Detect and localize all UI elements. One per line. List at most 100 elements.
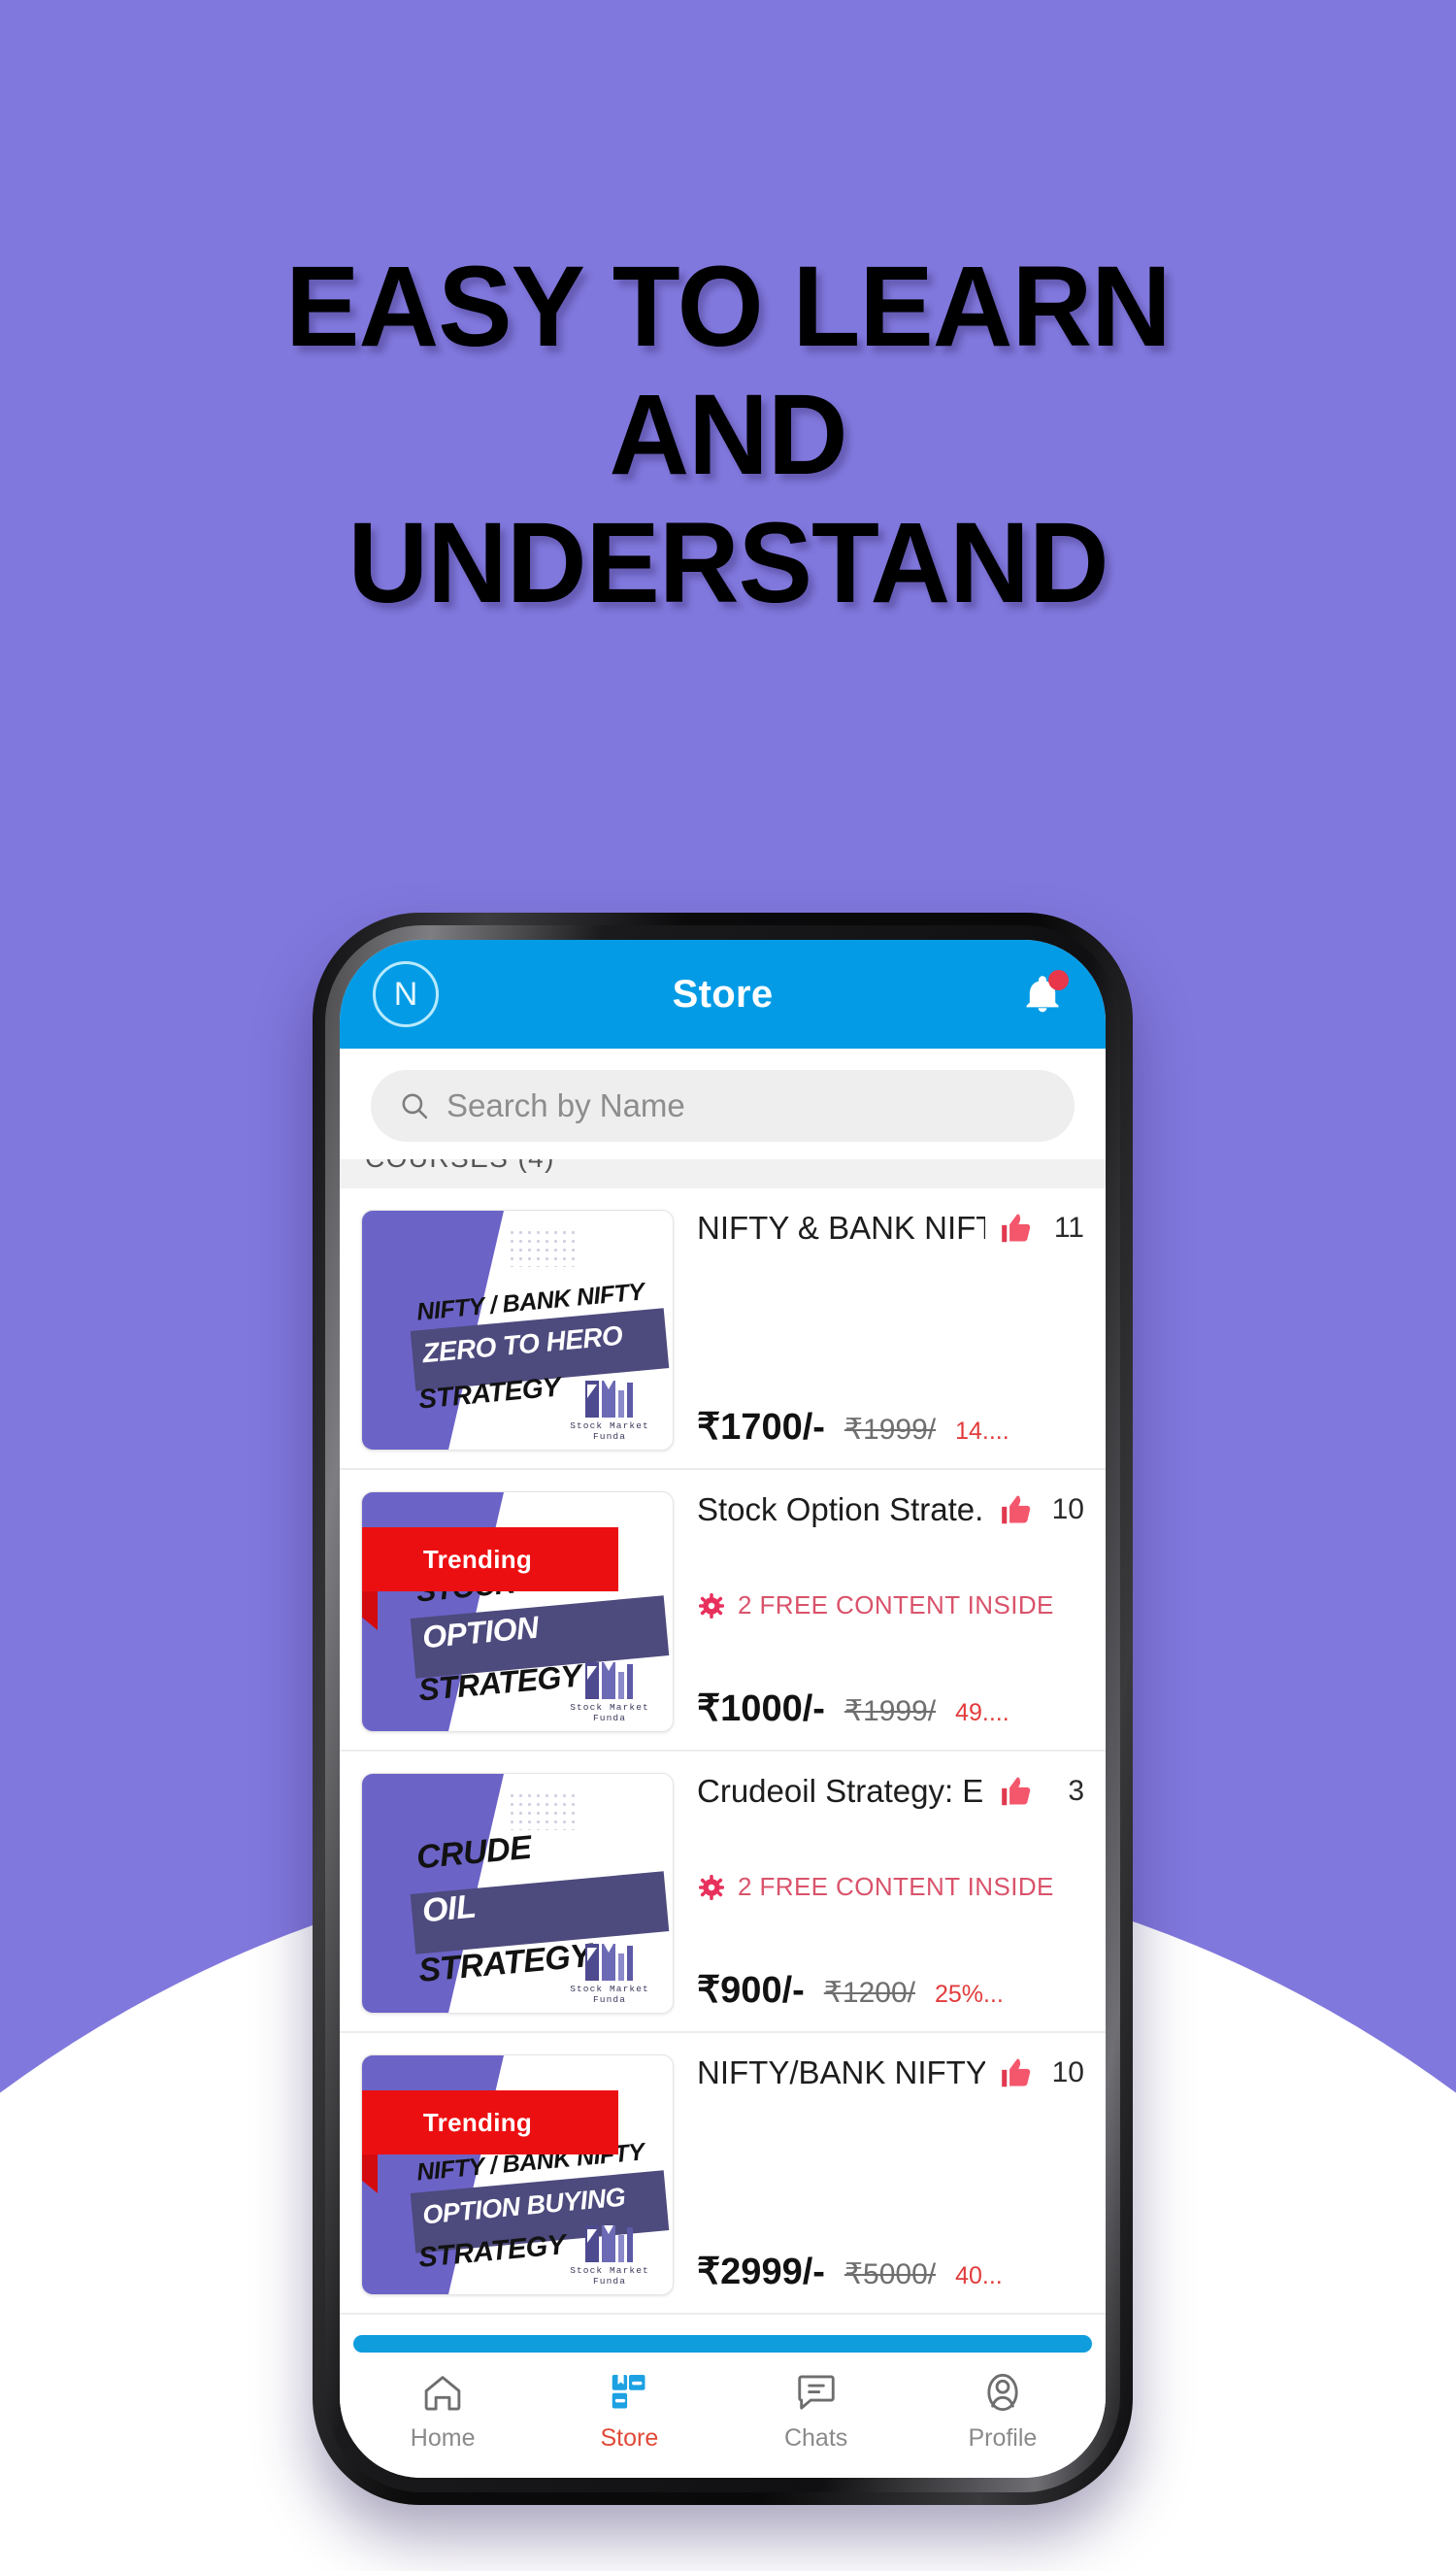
brand-logo: Stock Market Funda: [556, 1379, 663, 1442]
trending-ribbon-label: Trending: [422, 2107, 533, 2137]
stock-market-funda-logo-icon: [585, 2225, 633, 2262]
brand-logo: Stock Market Funda: [556, 1660, 663, 1723]
notification-dot: [1048, 970, 1069, 990]
course-title: Stock Option Strate...: [697, 1491, 985, 1527]
course-card[interactable]: NIFTY / BANK NIFTY ZERO TO HERO STRATEGY: [340, 1188, 1106, 1470]
headline-line-1: EASY TO LEARN: [285, 243, 1172, 371]
course-card[interactable]: Trending NIFTY / BANK NIFTY OPTION BUYIN…: [340, 2033, 1106, 2315]
course-thumbnail: CRUDE OIL STRATEGY Stock Market Funda: [361, 1773, 674, 2014]
trending-ribbon: Trending: [362, 2090, 618, 2154]
trending-ribbon: Trending: [362, 1527, 618, 1591]
nav-label-chats: Chats: [783, 2424, 848, 2452]
brand-logo-text: Stock Market Funda: [570, 1420, 649, 1442]
price-original: ₹1999/: [844, 1695, 937, 1727]
headline-line-3: UNDERSTAND: [347, 499, 1109, 628]
nav-label-profile: Profile: [968, 2424, 1038, 2452]
course-list[interactable]: NIFTY / BANK NIFTY ZERO TO HERO STRATEGY: [340, 1188, 1106, 2329]
search-input[interactable]: Search by Name: [371, 1070, 1075, 1142]
course-title: NIFTY/BANK NIFTY...: [697, 2054, 985, 2090]
stock-market-funda-logo-icon: [585, 1662, 633, 1699]
thumbs-up-icon[interactable]: [999, 2054, 1036, 2091]
nav-item-store[interactable]: Store: [536, 2370, 722, 2453]
phone-screen: N Store Search by Name NIFTY / BANK NIFT…: [340, 940, 1106, 2478]
course-card[interactable]: CRUDE OIL STRATEGY Stock Market Funda Cr…: [340, 1752, 1106, 2033]
page-title: Store: [672, 972, 774, 1016]
app-bar: N Store: [340, 940, 1106, 1049]
course-details: NIFTY/BANK NIFTY... 10 ₹2999/- ₹5000/ 40…: [674, 2054, 1084, 2293]
price-current: ₹1700/-: [697, 1407, 825, 1448]
thumb-dot-pattern: [508, 1228, 578, 1267]
section-header-label: COURSES (4): [365, 1159, 555, 1174]
books-icon: [612, 2374, 645, 2409]
price-current: ₹1000/-: [697, 1688, 825, 1729]
nav-item-chats[interactable]: Chats: [723, 2370, 910, 2453]
price-row: ₹1700/- ₹1999/ 14....: [697, 1405, 1084, 1449]
flower-badge-icon: [699, 1874, 724, 1900]
price-original: ₹1200/: [823, 1977, 915, 2009]
nav-label-store: Store: [600, 2424, 659, 2452]
like-count: 10: [1051, 1493, 1084, 1525]
discount-label: 14....: [955, 1418, 1009, 1445]
search-icon: [402, 1093, 428, 1119]
course-details: NIFTY & BANK NIFT... 11 ₹1700/- ₹1999/ 1…: [674, 1210, 1084, 1449]
notifications-button[interactable]: [1012, 964, 1073, 1024]
brand-logo: Stock Market Funda: [556, 1942, 663, 2005]
course-details: Stock Option Strate... 10 2 FREE CONTENT…: [674, 1491, 1084, 1730]
stock-market-funda-logo-icon: [585, 1944, 633, 1981]
thumbs-up-icon[interactable]: [999, 1491, 1036, 1528]
promo-poster: EASY TO LEARN AND UNDERSTAND N Store Sea…: [0, 0, 1456, 2571]
section-header-courses: COURSES (4): [340, 1159, 1106, 1188]
nav-item-home[interactable]: Home: [349, 2370, 536, 2453]
discount-label: 49....: [955, 1699, 1009, 1726]
person-icon: [987, 2373, 1018, 2412]
free-content-row: 2 FREE CONTENT INSIDE: [697, 1872, 1084, 1902]
like-count: 3: [1068, 1775, 1084, 1807]
poster-headline: EASY TO LEARN AND UNDERSTAND: [22, 243, 1435, 627]
search-area: Search by Name: [340, 1049, 1106, 1159]
trending-ribbon-label: Trending: [422, 1544, 533, 1574]
course-title-row: Stock Option Strate... 10: [697, 1491, 1084, 1528]
headline-line-2: AND: [609, 371, 847, 500]
phone-mockup: N Store Search by Name NIFTY / BANK NIFT…: [313, 913, 1133, 2505]
free-content-label: 2 FREE CONTENT INSIDE: [738, 1590, 1054, 1619]
course-thumbnail: Trending STOCK OPTION STRATEGY: [361, 1491, 674, 1732]
price-row: ₹1000/- ₹1999/ 49....: [697, 1686, 1084, 1730]
flower-badge-icon: [699, 1592, 724, 1619]
course-title-row: NIFTY/BANK NIFTY... 10: [697, 2054, 1084, 2091]
course-details: Crudeoil Strategy: E... 3 2 FREE CONTENT…: [674, 1773, 1084, 2012]
nav-label-home: Home: [410, 2424, 476, 2452]
home-icon: [424, 2376, 461, 2411]
course-title: NIFTY & BANK NIFT...: [697, 1210, 985, 1246]
discount-label: 40...: [955, 2262, 1003, 2289]
chat-bubble-icon: [797, 2375, 835, 2410]
price-original: ₹1999/: [844, 1414, 937, 1446]
brand-logo-text: Stock Market Funda: [570, 2265, 649, 2287]
brand-logo-text: Stock Market Funda: [570, 1984, 649, 2005]
progress-bar: [353, 2335, 1092, 2353]
thumbs-up-icon[interactable]: [999, 1210, 1036, 1247]
free-content-label: 2 FREE CONTENT INSIDE: [738, 1872, 1054, 1901]
discount-label: 25%...: [934, 1981, 1004, 2008]
stock-market-funda-logo-icon: [585, 1381, 633, 1418]
thumb-line-2: OIL: [420, 1887, 478, 1930]
price-row: ₹2999/- ₹5000/ 40...: [697, 2250, 1084, 2293]
price-original: ₹5000/: [844, 2258, 937, 2290]
thumb-dot-pattern: [508, 1791, 578, 1830]
thumbs-up-icon[interactable]: [999, 1773, 1036, 1810]
nav-item-profile[interactable]: Profile: [910, 2370, 1096, 2453]
avatar[interactable]: N: [373, 961, 439, 1027]
price-current: ₹900/-: [697, 1970, 805, 2011]
price-current: ₹2999/-: [697, 2252, 825, 2292]
course-card[interactable]: Trending STOCK OPTION STRATEGY: [340, 1470, 1106, 1752]
bottom-navigation: Home Store Chats Profile: [340, 2353, 1106, 2478]
like-count: 11: [1053, 1212, 1084, 1244]
free-content-row: 2 FREE CONTENT INSIDE: [697, 1590, 1084, 1620]
like-count: 10: [1051, 2056, 1084, 2088]
course-title: Crudeoil Strategy: E...: [697, 1773, 985, 1809]
course-thumbnail: Trending NIFTY / BANK NIFTY OPTION BUYIN…: [361, 2054, 674, 2295]
avatar-initial: N: [393, 975, 418, 1013]
course-thumbnail: NIFTY / BANK NIFTY ZERO TO HERO STRATEGY: [361, 1210, 674, 1451]
course-title-row: NIFTY & BANK NIFT... 11: [697, 1210, 1084, 1247]
bottom-bar-wrapper: Home Store Chats Profile: [340, 2329, 1106, 2478]
brand-logo-text: Stock Market Funda: [570, 1702, 649, 1723]
